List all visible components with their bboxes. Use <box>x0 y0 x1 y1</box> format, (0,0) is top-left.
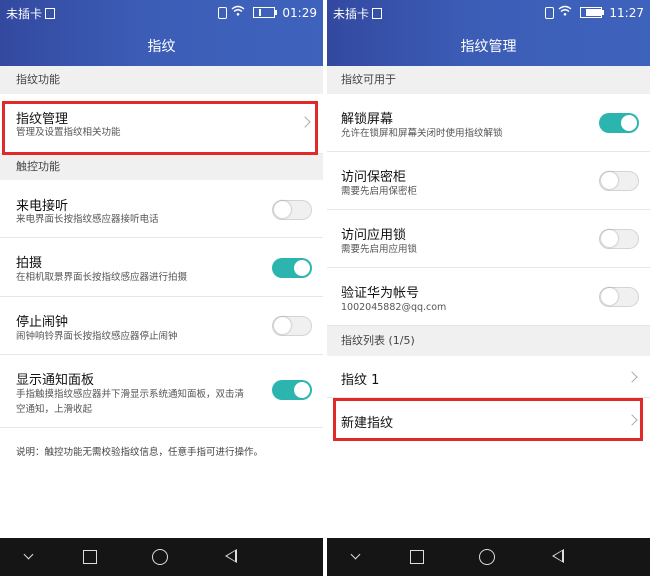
left-screen: 未插卡 01:29 指纹 指纹功能 指纹管理 管理及设置指纹相关功能 触控功能 … <box>0 0 323 576</box>
battery-level <box>585 9 602 16</box>
toggle-safe[interactable] <box>599 171 639 191</box>
item-title: 停止闹钟 <box>16 315 69 330</box>
navigation-bar <box>327 538 650 576</box>
status-bar: 未插卡 01:29 <box>0 0 323 24</box>
toggle-show-notifications[interactable] <box>272 380 312 400</box>
setting-answer-call: 来电接听 来电界面长按指纹感应器接听电话 <box>0 180 323 238</box>
section-header-fingerprint-list: 指纹列表 (1/5) <box>327 326 650 356</box>
section-header-usage: 指纹可用于 <box>327 66 650 94</box>
item-subtitle: 闹钟响铃界面长按指纹感应器停止闹钟 <box>16 331 178 342</box>
toggle-huawei-account[interactable] <box>599 287 639 307</box>
toggle-stop-alarm[interactable] <box>272 316 312 336</box>
item-title: 解锁屏幕 <box>341 112 394 127</box>
item-subtitle-line1: 手指触摸指纹感应器并下滑显示系统通知面板，双击清 <box>16 389 245 400</box>
fingerprint-management-item[interactable]: 指纹管理 管理及设置指纹相关功能 <box>0 94 323 154</box>
status-time: 01:29 <box>282 5 317 20</box>
battery-icon <box>579 7 604 18</box>
item-subtitle: 来电界面长按指纹感应器接听电话 <box>16 214 159 225</box>
item-title: 显示通知面板 <box>16 373 95 388</box>
status-icons: 11:27 <box>541 5 644 20</box>
setting-huawei-account: 验证华为帐号 1002045882@qq.com <box>327 268 650 326</box>
chevron-right-icon <box>626 371 638 383</box>
back-nav-icon[interactable] <box>222 547 242 567</box>
wifi-icon <box>558 5 572 16</box>
section-header-touch: 触控功能 <box>0 154 323 180</box>
recents-nav-icon[interactable] <box>80 547 100 567</box>
battery-level <box>258 9 262 16</box>
carrier-label: 未插卡 <box>6 5 56 22</box>
item-title: 指纹 1 <box>341 373 380 388</box>
fingerprint-item[interactable]: 指纹 1 <box>327 356 650 398</box>
setting-app-lock: 访问应用锁 需要先启用应用锁 <box>327 210 650 268</box>
item-title: 新建指纹 <box>341 416 394 431</box>
toggle-unlock-screen[interactable] <box>599 113 639 133</box>
back-nav-icon[interactable] <box>549 547 569 567</box>
down-nav-icon[interactable] <box>347 547 367 567</box>
item-subtitle: 管理及设置指纹相关功能 <box>16 127 121 138</box>
down-nav-icon[interactable] <box>20 547 40 567</box>
status-time: 11:27 <box>609 5 644 20</box>
item-subtitle: 在相机取景界面长按指纹感应器进行拍摄 <box>16 272 188 283</box>
touch-note: 说明：触控功能无需校验指纹信息，任意手指可进行操作。 <box>16 447 264 458</box>
new-fingerprint-item[interactable]: 新建指纹 <box>327 398 650 442</box>
vibrate-icon <box>544 6 554 19</box>
page-title: 指纹管理 <box>460 39 517 55</box>
right-screen: 未插卡 11:27 指纹管理 指纹可用于 解锁屏幕 允许在锁屏和屏幕关闭时使用指… <box>327 0 650 576</box>
item-title: 访问保密柜 <box>341 170 407 185</box>
chevron-right-icon <box>299 116 311 128</box>
battery-icon <box>252 7 277 18</box>
item-subtitle: 需要先启用保密柜 <box>341 186 418 197</box>
carrier-label: 未插卡 <box>333 5 383 22</box>
item-subtitle: 允许在锁屏和屏幕关闭时使用指纹解锁 <box>341 128 503 139</box>
chevron-right-icon <box>626 414 638 426</box>
item-subtitle-line2: 空通知，上滑收起 <box>16 404 93 415</box>
vibrate-icon <box>217 6 227 19</box>
home-nav-icon[interactable] <box>477 547 497 567</box>
item-subtitle: 需要先启用应用锁 <box>341 244 418 255</box>
app-header: 未插卡 11:27 指纹管理 <box>327 0 650 66</box>
page-title: 指纹 <box>147 39 176 55</box>
item-title: 拍摄 <box>16 256 43 271</box>
sim-icon <box>372 8 383 19</box>
status-icons: 01:29 <box>214 5 317 20</box>
toggle-app-lock[interactable] <box>599 229 639 249</box>
navigation-bar <box>0 538 323 576</box>
section-header-fingerprint: 指纹功能 <box>0 66 323 94</box>
setting-stop-alarm: 停止闹钟 闹钟响铃界面长按指纹感应器停止闹钟 <box>0 297 323 355</box>
toggle-capture[interactable] <box>272 258 312 278</box>
setting-capture: 拍摄 在相机取景界面长按指纹感应器进行拍摄 <box>0 238 323 297</box>
toggle-answer-call[interactable] <box>272 200 312 220</box>
status-bar: 未插卡 11:27 <box>327 0 650 24</box>
item-title: 验证华为帐号 <box>341 286 420 301</box>
item-title: 访问应用锁 <box>341 228 407 243</box>
recents-nav-icon[interactable] <box>407 547 427 567</box>
setting-unlock-screen: 解锁屏幕 允许在锁屏和屏幕关闭时使用指纹解锁 <box>327 94 650 152</box>
home-nav-icon[interactable] <box>150 547 170 567</box>
setting-safe: 访问保密柜 需要先启用保密柜 <box>327 152 650 210</box>
app-header: 未插卡 01:29 指纹 <box>0 0 323 66</box>
wifi-icon <box>231 5 245 16</box>
setting-show-notifications: 显示通知面板 手指触摸指纹感应器并下滑显示系统通知面板，双击清 空通知，上滑收起 <box>0 355 323 428</box>
account-email: 1002045882@qq.com <box>341 302 447 313</box>
sim-icon <box>45 8 56 19</box>
